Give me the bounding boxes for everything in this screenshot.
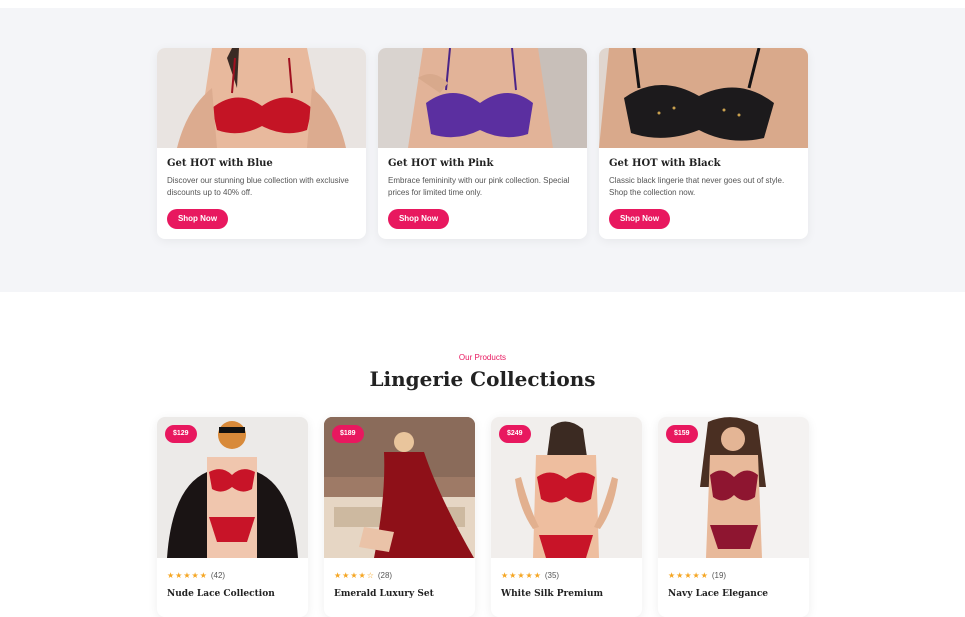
promo-title: Get HOT with Black — [609, 158, 721, 169]
section-eyebrow: Our Products — [458, 353, 507, 362]
review-count: (19) — [711, 571, 727, 580]
product-name[interactable]: Nude Lace Collection — [167, 589, 275, 599]
promo-description: Classic black lingerie that never goes o… — [609, 176, 785, 197]
price-badge: $159 — [666, 425, 698, 443]
price-badge: $129 — [165, 425, 197, 443]
promo-section: Get HOT with Blue Discover our stunning … — [0, 8, 965, 292]
promo-description: Embrace femininity with our pink collect… — [388, 176, 570, 197]
star-rating: ★★★★★ (35) — [501, 571, 559, 580]
products-section: Our Products Lingerie Collections $129 ★… — [0, 292, 965, 617]
review-count: (42) — [210, 571, 226, 580]
promo-description: Discover our stunning blue collection wi… — [167, 176, 349, 197]
stars-icon: ★★★★★ — [668, 571, 709, 580]
shop-now-button[interactable]: Shop Now — [167, 209, 228, 229]
promo-image-red-bra — [157, 48, 366, 148]
promo-image-black-bra — [599, 48, 808, 148]
promo-title: Get HOT with Blue — [167, 158, 273, 169]
price-badge: $249 — [499, 425, 531, 443]
product-card[interactable]: $129 ★★★★★ (42) Nude Lace Collection — [157, 417, 308, 617]
product-name[interactable]: White Silk Premium — [501, 589, 603, 599]
star-rating: ★★★★☆ (28) — [334, 571, 392, 580]
shop-now-button[interactable]: Shop Now — [609, 209, 670, 229]
product-name[interactable]: Navy Lace Elegance — [668, 589, 768, 599]
review-count: (35) — [544, 571, 560, 580]
stars-icon: ★★★★★ — [167, 571, 208, 580]
promo-card-blue: Get HOT with Blue Discover our stunning … — [157, 48, 366, 239]
stars-icon: ★★★★★ — [501, 571, 542, 580]
price-badge: $189 — [332, 425, 364, 443]
stars-icon: ★★★★☆ — [334, 571, 375, 580]
review-count: (28) — [377, 571, 393, 580]
product-name[interactable]: Emerald Luxury Set — [334, 589, 434, 599]
promo-card-black: Get HOT with Black Classic black lingeri… — [599, 48, 808, 239]
star-rating: ★★★★★ (42) — [167, 571, 225, 580]
section-title: Lingerie Collections — [369, 367, 596, 391]
star-rating: ★★★★★ (19) — [668, 571, 726, 580]
product-card[interactable]: $159 ★★★★★ (19) Navy Lace Elegance — [658, 417, 809, 617]
promo-title: Get HOT with Pink — [388, 158, 494, 169]
promo-card-pink: Get HOT with Pink Embrace femininity wit… — [378, 48, 587, 239]
shop-now-button[interactable]: Shop Now — [388, 209, 449, 229]
top-strip — [0, 0, 965, 8]
promo-image-purple-bra — [378, 48, 587, 148]
product-card[interactable]: $189 ★★★★☆ (28) Emerald Luxury Set — [324, 417, 475, 617]
product-card[interactable]: $249 ★★★★★ (35) White Silk Premium — [491, 417, 642, 617]
